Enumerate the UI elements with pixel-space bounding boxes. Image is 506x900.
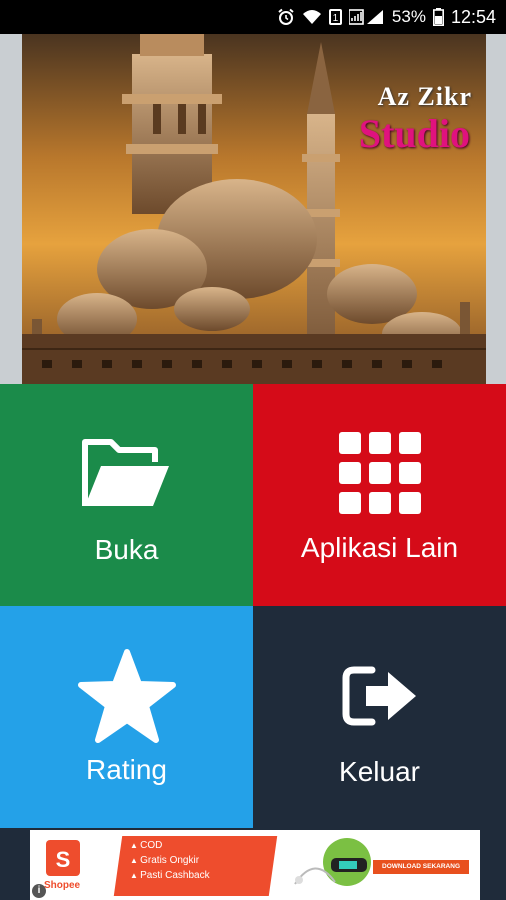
download-button[interactable]: DOWNLOAD SEKARANG bbox=[373, 860, 469, 874]
rating-label: Rating bbox=[86, 754, 167, 785]
sim-icon: 1 bbox=[328, 9, 342, 25]
exit-button[interactable]: Keluar bbox=[253, 606, 506, 828]
folder-open-icon bbox=[0, 436, 253, 512]
open-button[interactable]: Buka bbox=[0, 384, 253, 606]
smartwatch-image bbox=[285, 834, 375, 898]
alarm-icon bbox=[278, 8, 294, 25]
star-icon bbox=[0, 648, 253, 744]
ad-feature-item: COD bbox=[130, 838, 210, 853]
signal-icon bbox=[348, 9, 383, 25]
ad-banner[interactable]: S Shopee COD Gratis Ongkir Pasti Cashbac… bbox=[30, 830, 480, 900]
brand-title: Az Zikr bbox=[377, 82, 472, 111]
ad-feature-item: Pasti Cashback bbox=[130, 868, 209, 883]
ad-feature-item: Gratis Ongkir bbox=[130, 853, 210, 868]
clock: 12:54 bbox=[450, 6, 496, 27]
ad-bar: S Shopee COD Gratis Ongkir Pasti Cashbac… bbox=[0, 828, 506, 900]
battery-icon bbox=[432, 8, 444, 26]
exit-label: Keluar bbox=[339, 756, 420, 787]
shopping-bag-icon: S bbox=[46, 840, 80, 876]
status-bar: 1 53% 12:54 bbox=[0, 0, 506, 34]
wifi-icon bbox=[302, 10, 321, 24]
ad-features: COD Gratis Ongkir Pasti Cashback bbox=[130, 838, 210, 883]
shop-name: Shopee bbox=[44, 880, 81, 891]
mosque-image: Az Zikr Studio bbox=[22, 34, 486, 384]
info-icon[interactable]: i bbox=[32, 884, 46, 898]
sign-out-icon bbox=[253, 664, 506, 728]
brand-subtitle: Studio bbox=[358, 111, 470, 156]
rating-button[interactable]: Rating bbox=[0, 606, 253, 828]
status-icons: 1 53% 12:54 bbox=[277, 0, 496, 34]
shop-logo: S Shopee bbox=[38, 836, 100, 898]
grid-icon bbox=[253, 432, 506, 514]
header-banner: Az Zikr Studio bbox=[0, 34, 506, 384]
battery-percent: 53% bbox=[391, 7, 426, 26]
open-label: Buka bbox=[94, 534, 159, 565]
other-apps-button[interactable]: Aplikasi Lain bbox=[253, 384, 506, 606]
other-apps-label: Aplikasi Lain bbox=[300, 532, 459, 563]
